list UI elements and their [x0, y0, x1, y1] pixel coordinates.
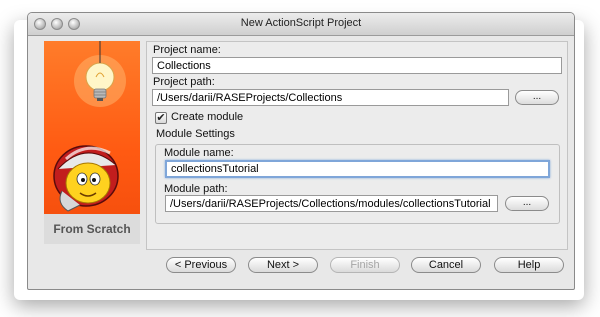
module-settings-label: Module Settings: [156, 128, 235, 140]
project-name-label: Project name:: [153, 44, 221, 56]
previous-button[interactable]: < Previous: [166, 257, 236, 273]
module-settings-group: Module name: Module path: ...: [155, 144, 560, 224]
project-name-input[interactable]: [152, 57, 562, 74]
project-path-input[interactable]: [152, 89, 509, 106]
module-path-label: Module path:: [164, 183, 228, 195]
helmet-mascot-icon: [53, 145, 119, 212]
create-module-checkbox[interactable]: ✔: [155, 112, 167, 124]
cancel-button[interactable]: Cancel: [411, 257, 481, 273]
create-module-label[interactable]: Create module: [171, 111, 243, 123]
module-path-browse-button[interactable]: ...: [505, 196, 549, 211]
wizard-side-image: From Scratch: [44, 41, 140, 244]
next-button[interactable]: Next >: [248, 257, 318, 273]
project-path-browse-button[interactable]: ...: [515, 90, 559, 105]
module-name-label: Module name:: [164, 147, 234, 159]
module-path-input[interactable]: [165, 195, 498, 212]
project-form-panel: Project name: Project path: ... ✔ Create…: [146, 41, 568, 250]
mascot-illustration-icon: [53, 41, 126, 212]
help-button[interactable]: Help: [494, 257, 564, 273]
title-bar[interactable]: New ActionScript Project: [28, 13, 574, 36]
project-path-label: Project path:: [153, 76, 215, 88]
finish-button[interactable]: Finish: [330, 257, 400, 273]
module-name-input[interactable]: [165, 160, 550, 178]
wizard-mode-caption: From Scratch: [44, 214, 140, 244]
window-title: New ActionScript Project: [240, 17, 362, 29]
dialog-window: New ActionScript Project From Scratch Pr…: [27, 12, 575, 290]
